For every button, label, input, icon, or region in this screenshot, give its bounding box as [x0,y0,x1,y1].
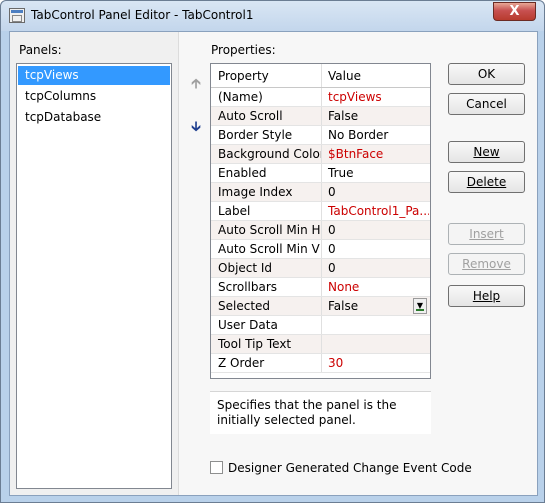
property-value[interactable] [323,316,429,334]
properties-label: Properties: [211,43,276,57]
property-value[interactable]: TabControl1_Pa... [323,202,429,220]
help-button-label: Help [472,289,501,303]
property-value[interactable]: 0 [323,183,429,201]
property-row[interactable]: Z Order 30 [211,354,430,373]
property-name: Image Index [211,183,322,201]
property-name: Auto Scroll [211,107,322,125]
column-header-value: Value [328,69,361,83]
grid-header: Property Value [211,64,430,88]
property-value[interactable]: False [323,107,429,125]
property-value[interactable]: None [323,278,429,296]
remove-button[interactable]: Remove [448,253,525,275]
help-button[interactable]: Help [448,285,525,307]
dropdown-arrow-icon[interactable]: ▼ [413,298,427,314]
close-button[interactable]: X [493,2,536,21]
new-button[interactable]: New [448,141,525,163]
property-value[interactable]: 30 [323,354,429,372]
property-value[interactable]: $BtnFace [323,145,429,163]
property-row[interactable]: Tool Tip Text [211,335,430,354]
property-row[interactable]: Border Style No Border [211,126,430,145]
property-value[interactable]: 0 [323,259,429,277]
property-row[interactable]: User Data [211,316,430,335]
property-name: Tool Tip Text [211,335,322,353]
insert-button[interactable]: Insert [448,223,525,245]
property-row[interactable]: Background Color $BtnFace [211,145,430,164]
panels-listbox[interactable]: tcpViews tcpColumns tcpDatabase [16,63,172,489]
ok-button[interactable]: OK [448,63,525,85]
property-name: User Data [211,316,322,334]
panel-list-item[interactable]: tcpViews [18,66,170,85]
app-icon [9,8,25,23]
property-row[interactable]: Label TabControl1_Pa... [211,202,430,221]
new-button-label: New [473,145,500,159]
properties-grid[interactable]: Property Value (Name) tcpViews Auto Scroll… [210,63,431,379]
property-name: Auto Scroll Min H [211,221,322,239]
property-description: Specifies that the panel is the initiall… [210,391,431,434]
property-value[interactable]: 0 [323,221,429,239]
delete-button-label: Delete [466,175,507,189]
property-name: Enabled [211,164,322,182]
property-name: Background Color [211,145,322,163]
title-bar[interactable]: TabControl Panel Editor - TabControl1 X [1,1,544,31]
property-row[interactable]: Image Index 0 [211,183,430,202]
property-row[interactable]: Auto Scroll False [211,107,430,126]
panels-pane: Panels: tcpViews tcpColumns tcpDatabase [10,32,177,495]
property-row[interactable]: Enabled True [211,164,430,183]
column-header-property: Property [211,64,322,87]
delete-button[interactable]: Delete [448,171,525,193]
insert-button-label: Insert [469,227,504,241]
property-value[interactable]: True [323,164,429,182]
property-name: Selected [211,297,322,315]
panel-list-item[interactable]: tcpDatabase [18,108,170,127]
change-event-code-label: Designer Generated Change Event Code [228,461,472,475]
property-row[interactable]: Auto Scroll Min V0 [211,240,430,259]
cancel-button[interactable]: Cancel [448,93,525,115]
property-name: Auto Scroll Min V [211,240,322,258]
property-name: Border Style [211,126,322,144]
property-name: (Name) [211,88,322,106]
property-row[interactable]: Auto Scroll Min H0 [211,221,430,240]
property-row[interactable]: Scrollbars None [211,278,430,297]
property-value[interactable] [323,335,429,353]
change-event-code-checkbox[interactable] [210,461,223,474]
move-down-icon[interactable]: 🡳 [190,120,202,134]
property-value[interactable]: No Border [323,126,429,144]
property-name: Object Id [211,259,322,277]
property-name: Label [211,202,322,220]
move-up-icon[interactable]: 🡱 [190,77,202,91]
property-name: Z Order [211,354,322,372]
property-value[interactable]: tcpViews [323,88,429,106]
property-value[interactable]: 0 [323,240,429,258]
property-row[interactable]: Selected False ▼ [211,297,430,316]
property-row[interactable]: Object Id 0 [211,259,430,278]
dialog-client-area: Panels: tcpViews tcpColumns tcpDatabase 🡱 … [9,31,538,496]
panels-label: Panels: [19,43,62,57]
panel-list-item[interactable]: tcpColumns [18,87,170,106]
window-title: TabControl Panel Editor - TabControl1 [31,8,254,22]
property-row[interactable]: (Name) tcpViews [211,88,430,107]
dialog-window: TabControl Panel Editor - TabControl1 X … [0,0,545,503]
property-name: Scrollbars [211,278,322,296]
remove-button-label: Remove [462,257,511,271]
